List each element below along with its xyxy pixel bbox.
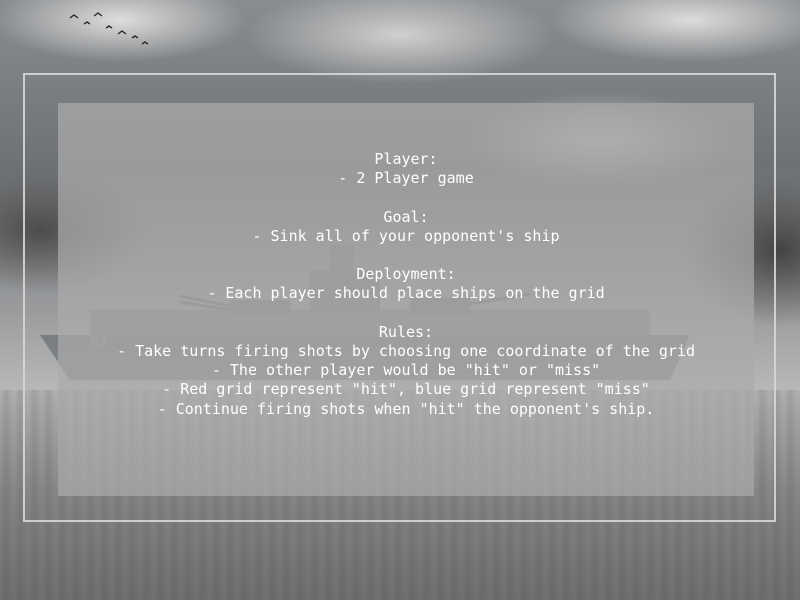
section-heading-player: Player: (374, 150, 438, 168)
rules-text: Player: - 2 Player game Goal: - Sink all… (58, 150, 754, 419)
goal-line: - Sink all of your opponent's ship (252, 226, 560, 245)
rule-line-3: - Red grid represent "hit", blue grid re… (162, 380, 650, 399)
section-heading-goal: Goal: (383, 207, 429, 226)
rule-line-4: - Continue firing shots when "hit" the o… (157, 399, 655, 418)
section-heading-rules: Rules: (378, 322, 434, 341)
birds-illustration (69, 12, 149, 45)
section-heading-deployment: Deployment: (356, 265, 456, 284)
deployment-line: - Each player should place ships on the … (207, 284, 605, 303)
rule-line-1: - Take turns firing shots by choosing on… (117, 341, 695, 360)
rule-line-2: - The other player would be "hit" or "mi… (211, 361, 601, 380)
player-line: - 2 Player game (338, 169, 474, 188)
